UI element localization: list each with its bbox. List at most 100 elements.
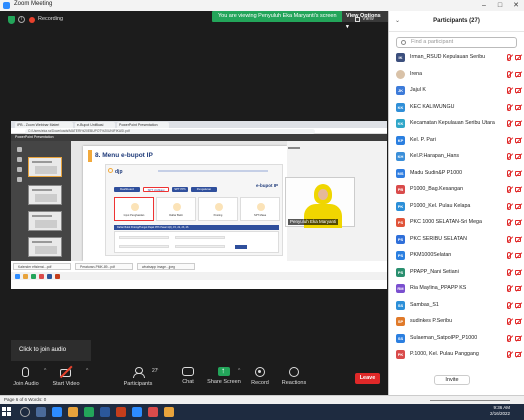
click-to-join-audio[interactable]: Click to join audio [11, 340, 91, 361]
minimize-icon[interactable]: – [476, 0, 492, 11]
muted-mic-icon [507, 351, 511, 358]
invite-button[interactable]: Invite [434, 375, 470, 385]
download-item: Kalender efisiensi...pdf [13, 263, 71, 270]
participant-name: PKC 1000 SELATAN-Sri Mega [410, 219, 482, 225]
participant-row[interactable]: PK P1000_Kel. Pulau Kelapa [389, 200, 524, 214]
participant-avatar [396, 69, 405, 79]
participant-row[interactable]: PS PKC 1000 SELATAN-Sri Mega [389, 216, 524, 230]
site-card: Input Penghasilan [114, 197, 154, 221]
muted-mic-icon [507, 136, 511, 144]
video-off-icon [515, 71, 521, 77]
meeting-toolbar: Join Audio ^ Start Video ^ Participants … [0, 364, 388, 395]
slide-thumbnail-panel [11, 141, 71, 261]
viewing-banner: You are viewing Penyuluh Eka Maryanti's … [212, 11, 343, 22]
muted-mic-icon [507, 235, 511, 243]
participant-row[interactable]: SP sudinkes P.Seribu [389, 315, 524, 329]
participant-name: Jajul K [410, 87, 426, 93]
video-options-caret-icon[interactable]: ^ [86, 368, 88, 374]
ppt-tool-icon [17, 167, 22, 172]
participant-row[interactable]: SS Sambas_S1 [389, 299, 524, 313]
site-section-bar: Daftar Bukti Potong/Pungut Pajak PPh Pas… [114, 225, 279, 230]
explorer-taskbar-icon[interactable] [68, 407, 78, 417]
participant-row[interactable]: KK KEC KALIWUNGU [389, 101, 524, 115]
participant-row[interactable]: PK P.1000, Kel. Pulau Panggang [389, 348, 524, 362]
muted-mic-icon [507, 202, 511, 210]
participant-avatar: SS [396, 300, 405, 310]
participant-row[interactable]: PS PKC SERIBU SELATAN [389, 233, 524, 247]
muted-mic-icon [507, 103, 511, 111]
participant-row[interactable]: SS Sulaeman_SatpolPP_P1000 [389, 332, 524, 346]
participant-row[interactable]: PS PKM1000Selatan [389, 249, 524, 263]
app-taskbar-icon[interactable] [164, 407, 174, 417]
search-icon [401, 40, 406, 45]
participant-avatar: PS [396, 218, 405, 227]
participant-name: Madu Sudin&P P1000 [410, 169, 463, 176]
participant-name: Irena [410, 70, 423, 77]
participant-row[interactable]: Irena [389, 68, 524, 82]
security-shield-icon[interactable] [8, 16, 15, 24]
slide-thumbnail [28, 211, 62, 231]
video-off-icon [515, 104, 521, 110]
muted-mic-icon [507, 268, 511, 276]
video-off-icon [515, 335, 521, 341]
participant-row[interactable]: PB P1000_Bag.Kesangan [389, 183, 524, 197]
window-title: Zoom Meeting [14, 1, 53, 7]
download-item: Peraturan-PMK-89...pdf [75, 263, 133, 270]
participant-row[interactable]: MS Madu Sudin&P P1000 [389, 167, 524, 181]
participant-name: P1000_Kel. Pulau Kelapa [410, 202, 471, 209]
search-placeholder: Find a participant [411, 39, 454, 45]
participant-row[interactable]: RM Ria Maylina_PPAPP KS [389, 282, 524, 296]
leave-button[interactable]: Leave [355, 373, 380, 384]
close-icon[interactable]: ✕ [508, 0, 524, 11]
slide-canvas: 8. Menu e-bupot IP djp e-bupot IP Dashbo… [71, 141, 387, 261]
download-item: whatsapp image...jpeg [137, 263, 195, 270]
video-off-icon [515, 253, 521, 258]
word-taskbar-icon[interactable] [100, 407, 110, 417]
windows-taskbar: 9:36 AM 2/16/2022 [0, 404, 524, 420]
ebupot-screenshot: djp e-bupot IP Dashboard SPT Unifikasi S… [105, 164, 283, 256]
participant-row[interactable]: KK Kecamatan Kepulauan Seribu Utara [389, 117, 524, 131]
reactions-button[interactable]: Reactions [272, 367, 316, 386]
app-taskbar-icon[interactable] [132, 407, 142, 417]
windows-start-icon[interactable] [2, 407, 12, 417]
participant-avatar: PK [396, 201, 405, 211]
site-card: Daftar Bukti [156, 197, 196, 221]
video-off-icon [515, 170, 521, 176]
slide-title: 8. Menu e-bupot IP [95, 152, 153, 159]
video-off-icon [515, 302, 521, 308]
view-button[interactable]: View [362, 16, 374, 22]
participant-search-input[interactable]: Find a participant [396, 37, 517, 48]
muted-mic-icon [507, 87, 511, 94]
site-form [114, 231, 279, 253]
video-off-icon [515, 88, 521, 93]
participant-row[interactable]: KP Kel. P. Pari [389, 134, 524, 148]
maximize-icon[interactable]: □ [492, 0, 508, 11]
participant-row[interactable]: JK Jajul K [389, 84, 524, 98]
system-clock[interactable]: 9:36 AM 2/16/2022 [490, 405, 510, 417]
participants-caret-icon[interactable]: ^ [156, 368, 158, 374]
participant-row[interactable]: KH Kel.P.Harapan_Hans [389, 150, 524, 164]
ppt-tool-icon [17, 177, 22, 182]
presenter-video: Penyuluh Eka Maryanti [285, 177, 355, 228]
participant-name: Kecamatan Kepulauan Seribu Utara [410, 120, 495, 126]
participant-row[interactable]: IK Irman_RSUD Kepulauan Seribu [389, 51, 524, 65]
powerpoint-taskbar-icon[interactable] [116, 407, 126, 417]
meeting-info-icon[interactable]: i [18, 16, 25, 23]
muted-mic-icon [507, 334, 511, 342]
chrome-taskbar-icon[interactable] [84, 407, 94, 417]
search-taskbar-icon[interactable] [20, 407, 30, 417]
zoom-slider[interactable] [430, 400, 510, 401]
share-screen-icon [218, 366, 230, 376]
recording-icon [29, 17, 35, 23]
video-off-icon [515, 121, 521, 126]
view-grid-icon[interactable] [355, 17, 360, 22]
powerpoint-title: PowerPoint Presentation [15, 135, 54, 139]
participant-row[interactable]: PS PPAPP_Nani Setiani [389, 266, 524, 280]
zoom-taskbar-icon[interactable] [52, 407, 62, 417]
task-view-icon[interactable] [36, 407, 46, 417]
app-status-bar: Page 6 of 6 Words: 0 [0, 395, 524, 404]
site-tagline [158, 170, 268, 172]
app-taskbar-icon[interactable] [148, 407, 158, 417]
join-audio-button[interactable]: Join Audio [4, 367, 48, 387]
start-video-button[interactable]: Start Video [44, 365, 88, 387]
